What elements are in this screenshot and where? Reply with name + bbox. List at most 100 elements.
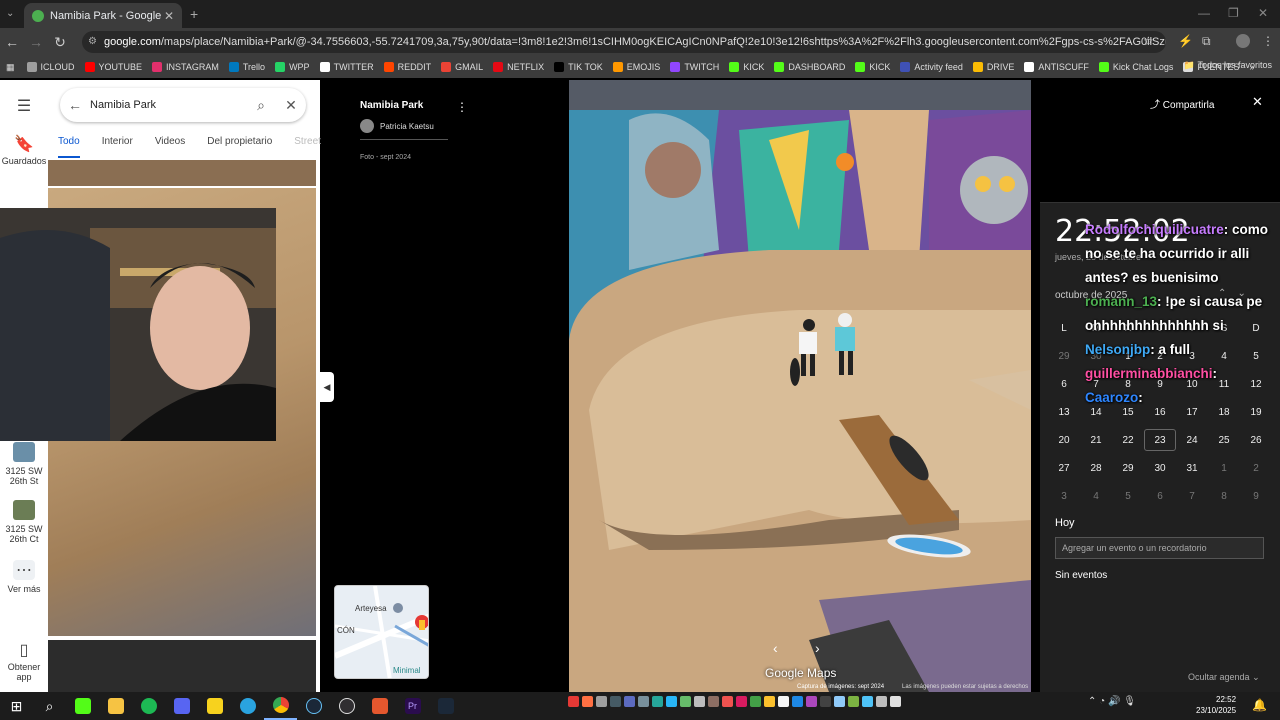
tray-app-icon[interactable] <box>582 696 593 707</box>
calendar-day[interactable]: 29 <box>1112 463 1144 474</box>
recent-place-2[interactable]: 3125 SW 26th Ct <box>0 500 48 544</box>
steam-app[interactable] <box>297 692 330 720</box>
calendar-day[interactable]: 6 <box>1144 491 1176 502</box>
tray-app-icon[interactable] <box>806 696 817 707</box>
microphone-icon[interactable]: 🎙 <box>1123 696 1136 707</box>
bookmark-reddit[interactable]: REDDIT <box>383 62 431 72</box>
calendar-day[interactable]: 21 <box>1080 435 1112 446</box>
calendar-day[interactable]: 29 <box>1048 351 1080 362</box>
tab-street[interactable]: Street <box>294 136 321 158</box>
chevron-up-icon[interactable]: ⌃ <box>1088 696 1096 707</box>
bookmark-dashboard[interactable]: DASHBOARD <box>774 62 845 72</box>
tray-app-icon[interactable] <box>736 696 747 707</box>
bookmark-kick[interactable]: KICK <box>855 62 890 72</box>
tray-app-icon[interactable] <box>596 696 607 707</box>
search-box[interactable]: ← Namibia Park ⌕ ✕ <box>60 88 306 122</box>
extension-icon[interactable]: ⚡ <box>1178 34 1193 48</box>
photo-author[interactable]: Patricia Kaetsu <box>360 119 448 133</box>
bookmark-twitter[interactable]: TWITTER <box>319 62 374 72</box>
calendar-day[interactable]: 1 <box>1208 463 1240 474</box>
close-viewer-icon[interactable]: ✕ <box>1252 94 1263 110</box>
tray-app-icon[interactable] <box>652 696 663 707</box>
bookmark-icloud[interactable]: ICLOUD <box>26 62 75 72</box>
photo-thumbnail[interactable] <box>48 640 316 692</box>
calendar-day[interactable]: 27 <box>1048 463 1080 474</box>
calendar-day[interactable]: 26 <box>1240 435 1272 446</box>
chat-username[interactable]: Rodolfochiquilicuatre <box>1085 222 1224 237</box>
chrome-app[interactable] <box>264 692 297 720</box>
calendar-day[interactable]: 31 <box>1176 463 1208 474</box>
place-title[interactable]: Namibia Park <box>360 100 448 111</box>
bookmark-star-icon[interactable]: ☆ <box>1143 34 1154 48</box>
bookmark-youtube[interactable]: YOUTUBE <box>84 62 142 72</box>
tray-app-icon[interactable] <box>834 696 845 707</box>
back-icon[interactable]: ← <box>0 34 24 50</box>
site-info-icon[interactable]: ⚙ <box>88 36 97 47</box>
calendar-day[interactable]: 30 <box>1144 463 1176 474</box>
tab-interior[interactable]: Interior <box>102 136 133 158</box>
maximize-icon[interactable]: ❐ <box>1228 6 1239 20</box>
address-bar[interactable]: google.com/maps/place/Namibia+Park/@-34.… <box>82 31 1166 53</box>
tray-app-icon[interactable] <box>876 696 887 707</box>
hide-agenda-button[interactable]: Ocultar agenda ⌄ <box>1188 672 1260 683</box>
tray-app-icon[interactable] <box>750 696 761 707</box>
get-app-button[interactable]: ▯ Obtener app <box>0 640 48 682</box>
tray-app-icon[interactable] <box>722 696 733 707</box>
search-button[interactable]: ⌕ <box>33 692 66 720</box>
tray-app-icon[interactable] <box>708 696 719 707</box>
tab-owner[interactable]: Del propietario <box>207 136 272 158</box>
bookmark-emojis[interactable]: EMOJIS <box>612 62 660 72</box>
calendar-day[interactable]: 6 <box>1048 379 1080 390</box>
bookmark-kick[interactable]: KICK <box>729 62 764 72</box>
tray-app-icon[interactable] <box>890 696 901 707</box>
steam-app-2[interactable] <box>429 692 462 720</box>
discord-app[interactable] <box>165 692 198 720</box>
search-input[interactable]: Namibia Park <box>90 99 246 111</box>
telegram-app[interactable] <box>231 692 264 720</box>
forward-icon[interactable]: → <box>24 34 48 50</box>
tray-app-icon[interactable] <box>778 696 789 707</box>
chat-username[interactable]: guillerminabbianchi <box>1085 366 1213 381</box>
bookmark-wpp[interactable]: WPP <box>275 62 310 72</box>
previous-photo-icon[interactable]: ‹ <box>773 640 778 656</box>
new-tab-icon[interactable]: + <box>190 6 198 22</box>
share-button[interactable]: ⤴ Compartirla <box>1150 96 1214 111</box>
tab-list-icon[interactable]: ⌄ <box>6 8 14 19</box>
tray-app-icon[interactable] <box>624 696 635 707</box>
bookmark-drive[interactable]: DRIVE <box>972 62 1014 72</box>
tray-app-icon[interactable] <box>862 696 873 707</box>
notifications-icon[interactable]: 🔔 <box>1252 698 1267 712</box>
chat-username[interactable]: romann_13 <box>1085 294 1157 309</box>
close-tab-icon[interactable]: ✕ <box>164 9 174 23</box>
calendar-day[interactable]: 2 <box>1240 463 1272 474</box>
search-icon[interactable]: ⌕ <box>246 97 276 114</box>
system-tray[interactable]: ⌃ ◔ 🔊 🎙 <box>1088 696 1136 707</box>
apps-grid-icon[interactable]: ▦ <box>6 62 15 73</box>
tray-app-icon[interactable] <box>792 696 803 707</box>
more-options-icon[interactable]: ⋮ <box>456 100 468 114</box>
skatepark-photo[interactable]: ‹ › Google Maps Captura de imágenes: sep… <box>569 80 1031 692</box>
taskbar-clock[interactable]: 22:52 23/10/2025 <box>1196 694 1236 716</box>
bookmark-instagram[interactable]: INSTAGRAM <box>152 62 219 72</box>
app-orange[interactable] <box>363 692 396 720</box>
calendar-day[interactable]: 20 <box>1048 435 1080 446</box>
tray-app-icon[interactable] <box>610 696 621 707</box>
tray-app-icon[interactable] <box>764 696 775 707</box>
calendar-day[interactable]: 7 <box>1176 491 1208 502</box>
tab-videos[interactable]: Videos <box>155 136 185 158</box>
calendar-day[interactable]: 8 <box>1208 491 1240 502</box>
bookmark-antiscuff[interactable]: ANTISCUFF <box>1024 62 1089 72</box>
tray-app-icon[interactable] <box>666 696 677 707</box>
calendar-day[interactable]: 9 <box>1240 491 1272 502</box>
chat-username[interactable]: Caarozo <box>1085 390 1138 405</box>
add-event-input[interactable]: Agregar un evento o un recordatorio <box>1055 537 1264 559</box>
collapse-panel-button[interactable]: ◀ <box>320 372 334 402</box>
calendar-day[interactable]: 5 <box>1112 491 1144 502</box>
chat-username[interactable]: Nelsonjbp <box>1085 342 1150 357</box>
minimap[interactable]: Arteyesa CÓN Minimal <box>334 585 429 679</box>
bookmark-activity-feed[interactable]: Activity feed <box>900 62 963 72</box>
notes-app[interactable] <box>198 692 231 720</box>
bookmark-tik-tok[interactable]: TIK TOK <box>554 62 603 72</box>
tray-app-icon[interactable] <box>638 696 649 707</box>
obs-app[interactable] <box>330 692 363 720</box>
